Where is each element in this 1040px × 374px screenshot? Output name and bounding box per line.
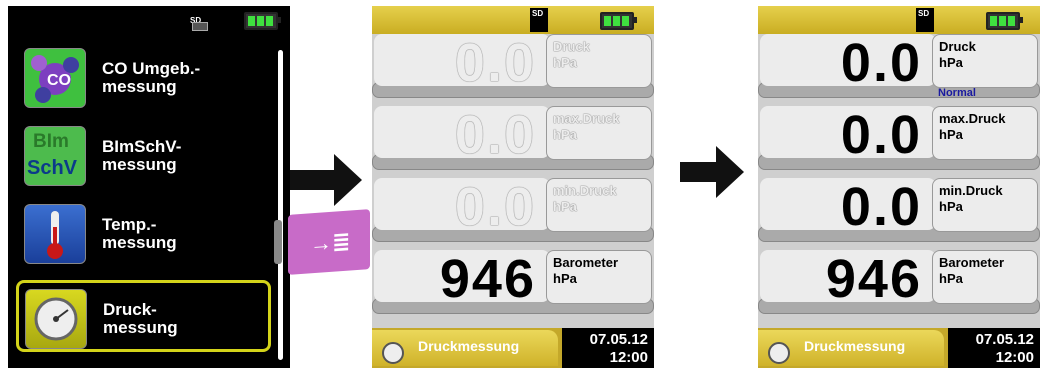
max-pressure-row: 0.0 max.Druck hPa bbox=[758, 104, 1040, 178]
barometer-row: 946 Barometer hPa bbox=[372, 248, 654, 322]
measurement-unit: hPa bbox=[939, 55, 963, 70]
sd-card-label: SD bbox=[918, 9, 930, 18]
measurement-unit: hPa bbox=[939, 271, 963, 286]
measurement-menu-screen: SD CO CO Umgeb.- messung BIm SchV BImSch… bbox=[8, 6, 290, 368]
min-pressure-row: 0.0 min.Druck hPa bbox=[372, 176, 654, 250]
bimschv-icon: BIm SchV bbox=[24, 126, 86, 186]
measurement-unit: hPa bbox=[939, 199, 963, 214]
thermometer-icon bbox=[24, 204, 86, 264]
measurement-value: 0.0 bbox=[454, 177, 536, 237]
date-time-display: 07.05.12 12:00 bbox=[948, 328, 1040, 368]
flow-arrow-right-icon bbox=[680, 146, 744, 198]
measurement-value: 0.0 bbox=[840, 33, 922, 93]
date: 07.05.12 bbox=[589, 331, 648, 348]
battery-icon bbox=[244, 12, 281, 30]
bimschv-icon-text-top: BIm bbox=[33, 131, 69, 152]
pressure-screen-active: SD 0.0 Druck hPa Normal 0.0 max.Druck hP… bbox=[758, 6, 1040, 368]
measurement-value: 0.0 bbox=[840, 177, 922, 237]
menu-item-label: BImSchV- messung bbox=[102, 137, 182, 174]
menu-item-bimschv[interactable]: BIm SchV BImSchV- messung bbox=[16, 118, 271, 190]
status-bar: SD bbox=[372, 6, 654, 34]
menu-item-druck[interactable]: Druck- messung bbox=[16, 280, 271, 352]
measurement-value: 946 bbox=[825, 249, 922, 309]
measurement-value: 946 bbox=[439, 249, 536, 309]
date: 07.05.12 bbox=[975, 331, 1034, 348]
status-bar: SD bbox=[758, 6, 1040, 34]
sd-card-icon: SD bbox=[530, 8, 548, 32]
time: 12:00 bbox=[995, 349, 1034, 366]
menu-item-temp[interactable]: Temp.- messung bbox=[16, 196, 271, 268]
measurement-label: Barometer bbox=[939, 255, 1005, 270]
battery-icon bbox=[986, 12, 1023, 30]
footer-bar: Druckmessung 07.05.12 12:00 bbox=[372, 328, 654, 368]
barometer-row: 946 Barometer hPa bbox=[758, 248, 1040, 322]
pressure-row: 0.0 Druck hPa bbox=[372, 32, 654, 106]
menu-item-co-umgeb[interactable]: CO CO Umgeb.- messung bbox=[16, 40, 271, 112]
menu-item-label: Druck- messung bbox=[103, 300, 178, 337]
pressure-row: 0.0 Druck hPa Normal bbox=[758, 32, 1040, 106]
footer-title: Druckmessung bbox=[418, 338, 520, 354]
enter-arrow-icon: →≣ bbox=[310, 228, 351, 257]
measurement-label: min.Druck bbox=[553, 183, 617, 198]
scrollbar[interactable] bbox=[278, 50, 283, 360]
bimschv-icon-text-bottom: SchV bbox=[27, 157, 78, 179]
sd-card-label: SD bbox=[532, 9, 544, 18]
scrollbar-thumb[interactable] bbox=[274, 220, 282, 264]
measurement-unit: hPa bbox=[553, 199, 577, 214]
measurement-value: 0.0 bbox=[454, 33, 536, 93]
co-molecule-icon: CO bbox=[24, 48, 86, 108]
measurement-unit: hPa bbox=[553, 127, 577, 142]
battery-icon bbox=[600, 12, 637, 30]
measurement-label: Barometer bbox=[553, 255, 619, 270]
pressure-gauge-icon bbox=[382, 342, 404, 364]
flow-arrow-right-icon bbox=[290, 154, 362, 206]
measurement-label: max.Druck bbox=[553, 111, 620, 126]
measurement-value: 0.0 bbox=[454, 105, 536, 165]
pressure-screen-initial: SD 0.0 Druck hPa 0.0 max.Druck hPa 0.0 m… bbox=[372, 6, 654, 368]
measurement-value: 0.0 bbox=[840, 105, 922, 165]
confirm-softkey-button[interactable]: →≣ bbox=[288, 209, 370, 275]
pressure-gauge-icon bbox=[768, 342, 790, 364]
measurement-label: Druck bbox=[939, 39, 976, 54]
measurement-unit: hPa bbox=[553, 271, 577, 286]
time: 12:00 bbox=[609, 349, 648, 366]
measurement-label: Druck bbox=[553, 39, 590, 54]
max-pressure-row: 0.0 max.Druck hPa bbox=[372, 104, 654, 178]
svg-text:CO: CO bbox=[47, 72, 71, 89]
measurement-label: max.Druck bbox=[939, 111, 1006, 126]
footer-title: Druckmessung bbox=[804, 338, 906, 354]
sd-card-icon: SD bbox=[190, 10, 212, 32]
menu-item-label: Temp.- messung bbox=[102, 215, 177, 252]
sd-card-icon: SD bbox=[916, 8, 934, 32]
measurement-label: min.Druck bbox=[939, 183, 1003, 198]
measurement-unit: hPa bbox=[553, 55, 577, 70]
status-badge: Normal bbox=[938, 87, 976, 99]
menu-item-label: CO Umgeb.- messung bbox=[102, 59, 201, 96]
footer-bar: Druckmessung 07.05.12 12:00 bbox=[758, 328, 1040, 368]
measurement-unit: hPa bbox=[939, 127, 963, 142]
min-pressure-row: 0.0 min.Druck hPa bbox=[758, 176, 1040, 250]
pressure-gauge-icon bbox=[25, 289, 87, 349]
date-time-display: 07.05.12 12:00 bbox=[562, 328, 654, 368]
